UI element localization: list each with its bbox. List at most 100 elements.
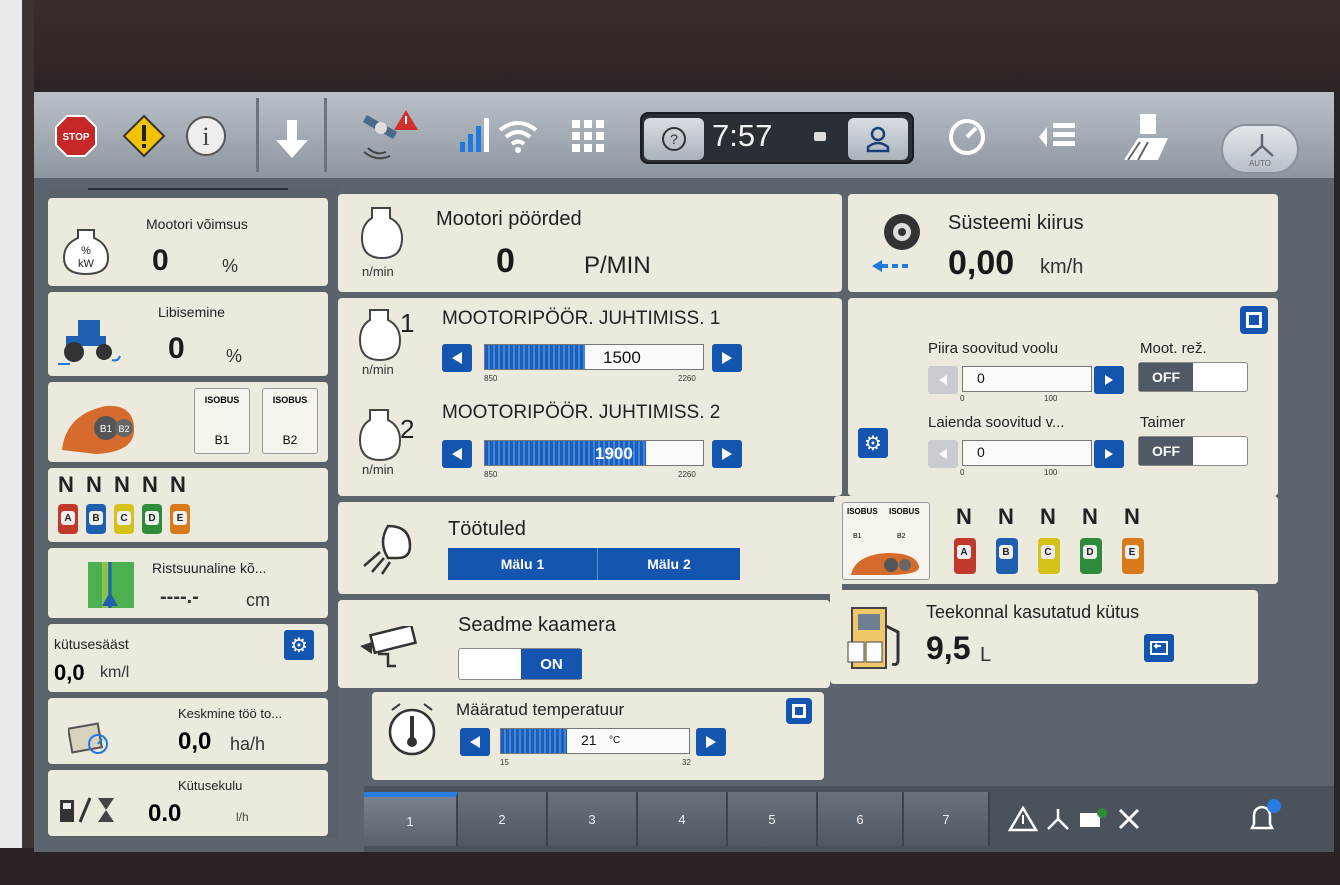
rpm2-increase-button[interactable] [712,440,742,468]
auto-steering-button[interactable]: AUTO [1221,124,1299,174]
guidance-map-icon [88,562,134,608]
flow-limit-decrease-button[interactable] [928,366,958,394]
tab-page-5[interactable]: 5 [728,792,818,846]
fuel-use-value: 0.0 [148,800,182,827]
memory-1-button[interactable]: Mälu 1 [448,548,598,580]
valve-chip-c: C [114,504,134,534]
slip-card[interactable]: Libisemine 0 % [48,292,328,376]
engine-mode-toggle[interactable]: OFF [1138,362,1248,392]
guidance-icon [1047,809,1069,830]
scroll-indicator-top[interactable] [88,188,288,190]
system-speed-panel[interactable]: Süsteemi kiirus 0,00 km/h [848,194,1278,292]
timer-toggle[interactable]: OFF [1138,436,1248,466]
rpm1-decrease-button[interactable] [442,344,472,372]
notification-bell-icon[interactable] [1244,798,1284,838]
tab-page-3[interactable]: 3 [548,792,638,846]
cross-track-card[interactable]: Ristsuunaline kõ... ----.- cm [48,548,328,618]
rpm1-slider-fill [485,345,586,369]
flow-limit-increase-button[interactable] [1094,366,1124,394]
rpm1-max: 2260 [678,374,696,383]
arrow-down-icon[interactable] [270,116,314,162]
flow-limit-max: 100 [1044,394,1058,403]
engine-rpm-control-panel: 1 n/min MOOTORIPÖÖR. JUHTIMISS. 1 1500 8… [338,298,842,496]
camera-toggle[interactable]: ON [458,648,582,680]
rpm1-slider[interactable]: 1500 [484,344,704,370]
engine-rpm-panel[interactable]: n/min Mootori pöörded 0 P/MIN [338,194,842,292]
speed-unit: km/h [1040,256,1084,278]
settings-gear-button[interactable]: ⚙ [284,630,314,660]
left-sidebar: % kW Mootori võimsus 0 % Libisemine 0 % B… [48,188,338,838]
camera-small-icon [814,132,826,141]
clock-time: 7:57 [712,118,773,153]
field-implement-icon[interactable] [1116,110,1180,164]
signal-wifi-icon[interactable] [458,116,548,156]
expand-icon[interactable] [1240,306,1268,334]
fuel-saving-unit: km/l [100,664,130,681]
headland-sequence-icon[interactable] [1030,114,1084,160]
rpm2-min: 850 [484,470,498,479]
rpm-unit-2: n/min [362,462,394,477]
warning-icon[interactable] [120,114,168,158]
trip-fuel-panel[interactable]: Teekonnal kasutatud kütus 9,5 L [830,590,1258,684]
rpm1-value: 1500 [603,348,641,367]
flow-limit-slider[interactable]: 0 [962,366,1092,392]
isobus-aux-card[interactable]: B1 B2 ISOBUS B1 ISOBUS B2 [48,382,328,462]
remote-valves-card[interactable]: N N N N N A B C D E [48,468,328,542]
memory-2-button[interactable]: Mälu 2 [598,548,740,580]
rpm2-decrease-button[interactable] [442,440,472,468]
cross-track-label: Ristsuunaline kõ... [152,560,267,576]
temperature-slider[interactable]: 21 °C [500,728,690,754]
apps-grid-icon[interactable] [566,116,610,156]
isobus-b2-box[interactable]: ISOBUS B2 [262,388,318,454]
tab-page-4[interactable]: 4 [638,792,728,846]
flow-settings-gear-button[interactable]: ⚙ [858,428,888,458]
valve-state-a: N [58,472,74,497]
help-button[interactable]: ? [644,118,704,160]
valve-chip-d: D [142,504,162,534]
isobus-valves-panel[interactable]: ISOBUS ISOBUS B1 B2 N N N N N A B C D E [834,496,1278,584]
isobus-joystick-thumb[interactable]: ISOBUS ISOBUS B1 B2 [842,502,930,580]
wheel-speed-icon [872,214,920,272]
temperature-decrease-button[interactable] [460,728,490,756]
flow-control-panel: Piira soovitud voolu 0 0 100 Moot. rež. … [848,298,1278,496]
avg-work-card[interactable]: Keskmine töö to... 0,0 ha/h [48,698,328,764]
rpm2-slider[interactable]: 1900 [484,440,704,466]
stop-icon[interactable]: STOP [54,114,98,158]
valve-state-e: N [1124,504,1140,529]
isobus-b1-box[interactable]: ISOBUS B1 [194,388,250,454]
engine-rpm-value: 0 [496,242,515,280]
fuel-saving-card[interactable]: kütusesääst 0,0 km/l ⚙ [48,624,328,692]
flow-limit-label: Piira soovitud voolu [928,340,1059,357]
flow-extend-decrease-button[interactable] [928,440,958,468]
engine-power-card[interactable]: % kW Mootori võimsus 0 % [48,198,328,286]
fuel-saving-value: 0,0 [54,660,85,685]
flow-extend-slider[interactable]: 0 [962,440,1092,466]
engine-gauge-icon-1 [358,309,402,362]
rpm1-increase-button[interactable] [712,344,742,372]
temperature-increase-button[interactable] [696,728,726,756]
expand-icon[interactable] [786,698,812,724]
valve-state-d: N [142,472,158,497]
rpm-control-title-1: MOOTORIPÖÖR. JUHTIMISS. 1 [442,308,721,329]
tab-page-2[interactable]: 2 [458,792,548,846]
fuel-pump-icon [847,607,900,669]
valve-chip-a: A [954,538,976,574]
valve-chip-e: E [170,504,190,534]
worklights-title: Töötuled [448,518,526,540]
engine-power-label: Mootori võimsus [146,216,248,232]
reset-trip-button[interactable] [1144,634,1174,662]
tab-page-1[interactable]: 1 [364,792,458,846]
tab-page-7[interactable]: 7 [904,792,990,846]
valve-chip-d: D [1080,538,1102,574]
speedometer-icon[interactable] [940,114,994,160]
flow-extend-increase-button[interactable] [1094,440,1124,468]
fuel-rate-icon [60,797,114,823]
engine-mode-label: Moot. rež. [1140,340,1207,357]
auto-label: AUTO [1248,159,1272,168]
satellite-alert-icon[interactable] [356,108,422,164]
fuel-consumption-card[interactable]: Kütusekulu 0.0 l/h [48,770,328,836]
flow-extend-value: 0 [977,444,985,460]
info-icon[interactable]: i [182,114,230,158]
user-button[interactable] [848,118,908,160]
tab-page-6[interactable]: 6 [818,792,904,846]
